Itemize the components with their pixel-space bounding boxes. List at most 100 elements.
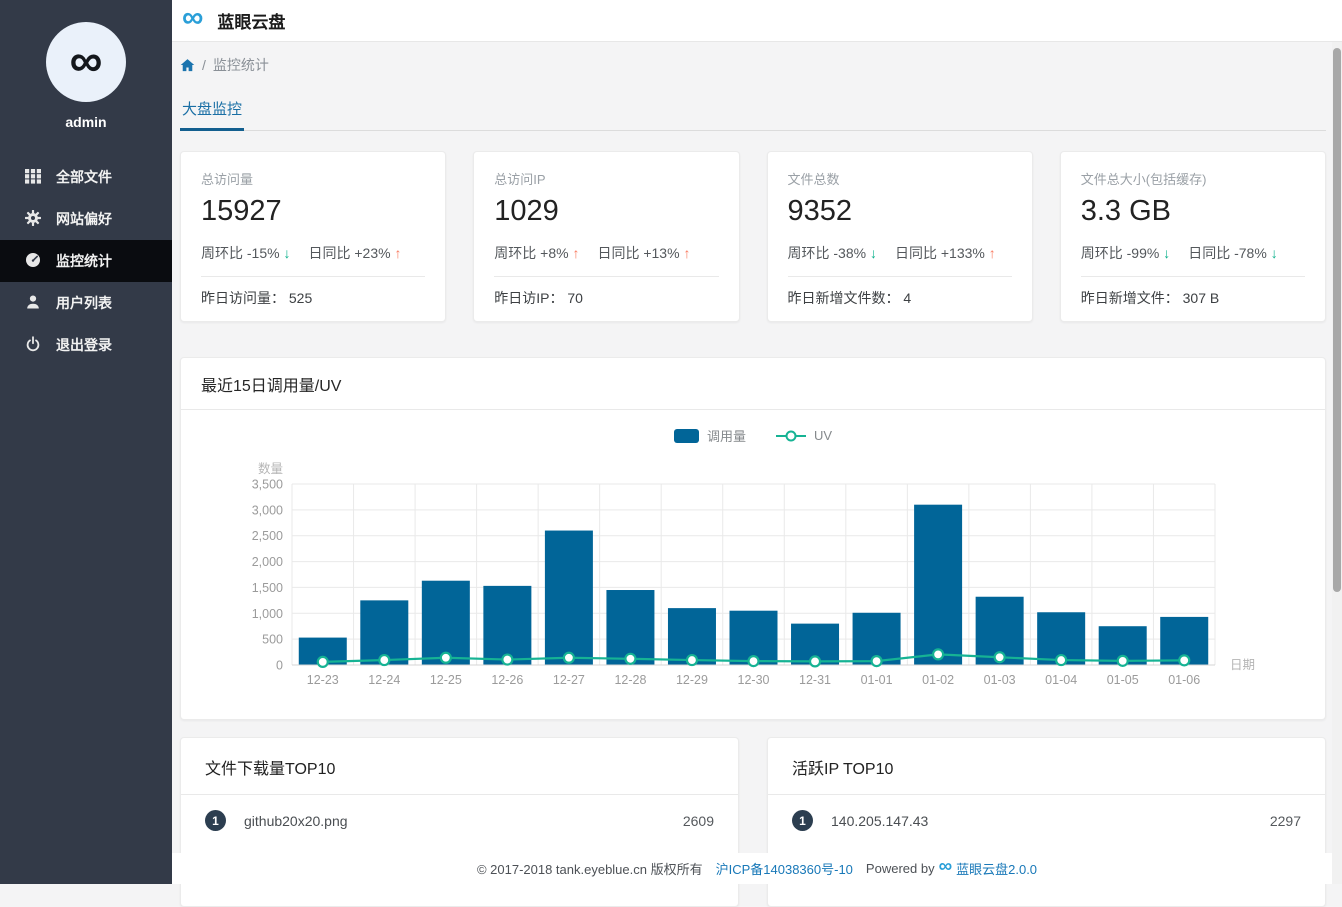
gauge-icon bbox=[25, 252, 41, 271]
trend-up: 日同比 +13% ↑ bbox=[597, 245, 691, 261]
svg-text:01-04: 01-04 bbox=[1045, 673, 1077, 687]
scrollbar-track[interactable] bbox=[1332, 42, 1342, 884]
stat-card-footer-value: 525 bbox=[288, 290, 313, 306]
list-item-value: 2609 bbox=[682, 812, 714, 829]
svg-text:12-26: 12-26 bbox=[491, 673, 523, 687]
breadcrumb-current: 监控统计 bbox=[212, 57, 269, 73]
product-link[interactable]: 蓝眼云盘2.0.0 bbox=[956, 859, 1037, 878]
footer: © 2017-2018 tank.eyeblue.cn 版权所有 沪ICP备14… bbox=[172, 853, 1342, 884]
scrollbar-thumb[interactable] bbox=[1333, 48, 1341, 592]
stat-card-title: 总访问量 bbox=[201, 172, 254, 187]
sidebar-menu: 全部文件 网站偏好 监控统计 用户列表 退出登录 bbox=[0, 156, 172, 366]
app-logo-icon: ∞ bbox=[182, 0, 204, 34]
svg-text:12-24: 12-24 bbox=[368, 673, 400, 687]
svg-text:2,000: 2,000 bbox=[252, 555, 283, 569]
list-item-name: github20x20.png bbox=[244, 812, 348, 829]
svg-text:3,000: 3,000 bbox=[252, 503, 283, 517]
svg-text:数量: 数量 bbox=[258, 461, 283, 476]
svg-text:12-31: 12-31 bbox=[799, 673, 831, 687]
tab-dashboard-monitor[interactable]: 大盘监控 bbox=[180, 98, 245, 131]
sidebar-item-monitor[interactable]: 监控统计 bbox=[0, 240, 172, 282]
avatar[interactable]: ∞ bbox=[46, 22, 126, 102]
stat-card-title: 总访问IP bbox=[494, 172, 546, 187]
list-item-name: 140.205.147.43 bbox=[831, 812, 929, 829]
trend-down: 周环比 -99% ↓ bbox=[1080, 245, 1171, 261]
down-arrow-icon: ↓ bbox=[869, 245, 877, 261]
sidebar-item-logout[interactable]: 退出登录 bbox=[0, 324, 172, 366]
chart-legend: 调用量 UV bbox=[181, 426, 1325, 445]
stat-card-value: 1029 bbox=[494, 195, 559, 227]
home-icon[interactable] bbox=[180, 58, 195, 73]
tab-bar: 大盘监控 bbox=[180, 98, 1326, 131]
stat-card-value: 3.3 GB bbox=[1080, 195, 1172, 227]
sidebar-item-site-pref[interactable]: 网站偏好 bbox=[0, 198, 172, 240]
down-arrow-icon: ↓ bbox=[1163, 245, 1171, 261]
stat-card: 总访问IP 1029 周环比 +8% ↑ 日同比 +13% ↑ 昨日访IP： 70 bbox=[473, 151, 740, 322]
up-arrow-icon: ↑ bbox=[572, 245, 580, 261]
list-item: 1 140.205.147.43 2297 bbox=[768, 795, 1325, 846]
svg-text:12-28: 12-28 bbox=[614, 673, 646, 687]
rank-badge: 1 bbox=[205, 810, 226, 831]
sidebar-item-user-list[interactable]: 用户列表 bbox=[0, 282, 172, 324]
legend-item-calls[interactable]: 调用量 bbox=[673, 426, 746, 445]
sidebar: ∞ admin 全部文件 网站偏好 监控统计 用户列表 退出登录 bbox=[0, 0, 172, 884]
svg-text:12-25: 12-25 bbox=[430, 673, 462, 687]
up-arrow-icon: ↑ bbox=[988, 245, 996, 261]
stat-card-trends: 周环比 -99% ↓ 日同比 -78% ↓ bbox=[1081, 243, 1305, 263]
divider bbox=[787, 276, 1012, 277]
stat-card-title: 文件总大小(包括缓存) bbox=[1080, 172, 1207, 187]
stat-card-value: 9352 bbox=[787, 195, 853, 227]
breadcrumb: / 监控统计 bbox=[180, 55, 1326, 75]
gear-icon bbox=[24, 209, 41, 229]
stat-card-footer-value: 4 bbox=[903, 290, 912, 306]
svg-text:1,500: 1,500 bbox=[252, 581, 283, 595]
user-icon bbox=[25, 294, 41, 313]
download-top10-title: 文件下载量TOP10 bbox=[181, 738, 738, 795]
svg-text:12-29: 12-29 bbox=[676, 673, 708, 687]
grid-icon bbox=[25, 168, 41, 187]
svg-text:3,500: 3,500 bbox=[252, 478, 283, 492]
svg-text:01-01: 01-01 bbox=[861, 673, 893, 687]
rank-badge: 1 bbox=[792, 810, 813, 831]
up-arrow-icon: ↑ bbox=[394, 245, 402, 261]
power-icon bbox=[25, 335, 41, 355]
stat-card-trends: 周环比 -38% ↓ 日同比 +133% ↑ bbox=[788, 243, 1012, 263]
bar-swatch-icon bbox=[673, 428, 699, 443]
svg-text:500: 500 bbox=[262, 633, 283, 647]
svg-text:01-05: 01-05 bbox=[1107, 673, 1139, 687]
list-item-value: 2297 bbox=[1269, 812, 1301, 829]
powered-by-text: Powered by bbox=[865, 861, 935, 876]
chart-panel: 最近15日调用量/UV 调用量 UV 0 500 1,000 1,500 2,000 2,… bbox=[180, 357, 1326, 720]
app-title: 蓝眼云盘 bbox=[217, 13, 286, 32]
svg-text:12-30: 12-30 bbox=[738, 673, 770, 687]
trend-up: 日同比 +23% ↑ bbox=[308, 245, 402, 261]
main-content: / 监控统计 大盘监控 总访问量 15927 周环比 -15% ↓ 日同比 +23… bbox=[172, 42, 1342, 907]
legend-item-uv[interactable]: UV bbox=[775, 428, 832, 443]
list-item: 1 github20x20.png 2609 bbox=[181, 795, 738, 846]
svg-text:01-03: 01-03 bbox=[984, 673, 1016, 687]
stat-card-footer-label: 昨日新增文件数： bbox=[787, 290, 900, 306]
sidebar-item-all-files[interactable]: 全部文件 bbox=[0, 156, 172, 198]
breadcrumb-separator: / bbox=[202, 57, 206, 73]
chart-panel-title: 最近15日调用量/UV bbox=[181, 358, 1325, 410]
stat-card-value: 15927 bbox=[201, 195, 282, 227]
stat-card-footer-value: 70 bbox=[567, 290, 583, 306]
svg-text:1,000: 1,000 bbox=[252, 607, 283, 621]
trend-down: 周环比 -38% ↓ bbox=[787, 245, 877, 261]
uv-bar-line-chart: 0 500 1,000 1,500 2,000 2,500 3,000 3,500 数量 12-2… bbox=[252, 461, 1255, 687]
svg-text:01-06: 01-06 bbox=[1168, 673, 1200, 687]
stat-card-footer-value: 307 B bbox=[1182, 290, 1220, 306]
stat-card: 文件总大小(包括缓存) 3.3 GB 周环比 -99% ↓ 日同比 -78% ↓ … bbox=[1059, 151, 1326, 322]
trend-up: 周环比 +8% ↑ bbox=[494, 245, 580, 261]
up-arrow-icon: ↑ bbox=[683, 245, 691, 261]
stat-card: 总访问量 15927 周环比 -15% ↓ 日同比 +23% ↑ 昨日访问量： 5… bbox=[180, 151, 447, 322]
active-ip-top10-title: 活跃IP TOP10 bbox=[768, 738, 1325, 795]
icp-link[interactable]: 沪ICP备14038360号-10 bbox=[716, 859, 853, 878]
svg-text:日期: 日期 bbox=[1230, 658, 1255, 672]
svg-text:01-02: 01-02 bbox=[922, 673, 954, 687]
stat-card-trends: 周环比 +8% ↑ 日同比 +13% ↑ bbox=[494, 243, 718, 263]
stat-card-trends: 周环比 -15% ↓ 日同比 +23% ↑ bbox=[201, 243, 425, 263]
app-header: ∞ 蓝眼云盘 bbox=[172, 0, 1342, 42]
svg-text:2,500: 2,500 bbox=[252, 529, 283, 543]
stat-card-footer-label: 昨日访问量： bbox=[201, 290, 285, 306]
